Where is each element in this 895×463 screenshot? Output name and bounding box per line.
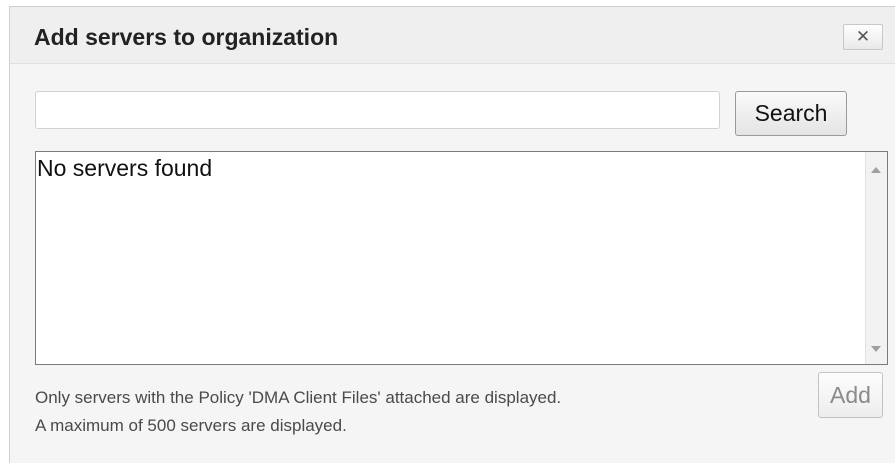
server-results-list[interactable]: No servers found	[35, 151, 888, 365]
results-scrollbar[interactable]	[865, 152, 887, 364]
add-servers-dialog: Add servers to organization ✕ Search No …	[9, 6, 895, 463]
search-button[interactable]: Search	[735, 91, 847, 136]
scroll-up-arrow-icon[interactable]	[871, 167, 881, 173]
dialog-title: Add servers to organization	[34, 24, 339, 50]
footer-note: Only servers with the Policy 'DMA Client…	[35, 384, 561, 440]
close-icon: ✕	[855, 27, 871, 46]
empty-results-text: No servers found	[37, 155, 213, 181]
close-button[interactable]: ✕	[843, 24, 883, 50]
dialog-titlebar: Add servers to organization ✕	[10, 7, 895, 64]
footer-note-line-1: Only servers with the Policy 'DMA Client…	[35, 388, 562, 407]
search-input[interactable]	[35, 91, 720, 129]
add-button[interactable]: Add	[818, 372, 883, 418]
scroll-down-arrow-icon[interactable]	[871, 346, 881, 352]
footer-note-line-2: A maximum of 500 servers are displayed.	[35, 416, 347, 435]
